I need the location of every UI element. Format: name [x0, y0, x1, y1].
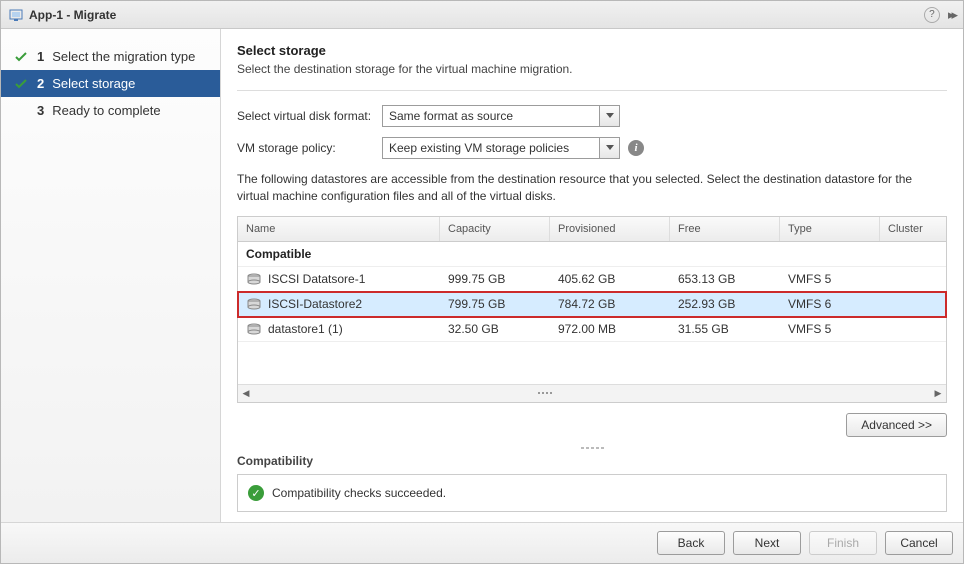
migrate-wizard-window: App-1 - Migrate ? ▸▸ 1 Select the migrat… [0, 0, 964, 564]
table-row[interactable]: ISCSI Datatsore-1 999.75 GB 405.62 GB 65… [238, 267, 946, 292]
disk-format-select[interactable]: Same format as source [382, 105, 620, 127]
divider [237, 90, 947, 91]
step-ready-complete[interactable]: 3 Ready to complete [1, 97, 220, 124]
empty-rows [238, 342, 946, 384]
step-select-storage[interactable]: 2 Select storage [1, 70, 220, 97]
check-icon [15, 51, 29, 63]
help-icon[interactable]: ? [924, 7, 940, 23]
scroll-right-icon[interactable]: ▶ [930, 385, 946, 401]
finish-button: Finish [809, 531, 877, 555]
policy-select[interactable]: Keep existing VM storage policies [382, 137, 620, 159]
col-free[interactable]: Free [670, 217, 780, 241]
window-title: App-1 - Migrate [29, 8, 116, 22]
cancel-button[interactable]: Cancel [885, 531, 953, 555]
datastore-table: Name Capacity Provisioned Free Type Clus… [237, 216, 947, 403]
splitter[interactable] [237, 447, 947, 450]
next-button[interactable]: Next [733, 531, 801, 555]
horizontal-scrollbar[interactable]: ◀ ▶ [238, 384, 946, 402]
page-subtitle: Select the destination storage for the v… [237, 62, 947, 76]
group-compatible: Compatible [238, 242, 946, 267]
table-row[interactable]: datastore1 (1) 32.50 GB 972.00 MB 31.55 … [238, 317, 946, 342]
vm-icon [9, 8, 23, 22]
back-button[interactable]: Back [657, 531, 725, 555]
dropdown-toggle[interactable] [600, 137, 620, 159]
table-row[interactable]: ISCSI-Datastore2 799.75 GB 784.72 GB 252… [238, 292, 946, 317]
policy-label: VM storage policy: [237, 141, 382, 155]
expand-icon[interactable]: ▸▸ [948, 7, 955, 23]
disk-format-label: Select virtual disk format: [237, 109, 382, 123]
compat-title: Compatibility [237, 454, 947, 468]
table-header: Name Capacity Provisioned Free Type Clus… [238, 217, 946, 242]
wizard-sidebar: 1 Select the migration type 2 Select sto… [1, 29, 221, 522]
datastore-icon [246, 298, 262, 310]
scroll-left-icon[interactable]: ◀ [238, 385, 254, 401]
compat-message: Compatibility checks succeeded. [272, 486, 446, 500]
datastore-icon [246, 323, 262, 335]
info-icon[interactable]: i [628, 140, 644, 156]
datastore-description: The following datastores are accessible … [237, 171, 947, 206]
page-title: Select storage [237, 43, 947, 58]
col-name[interactable]: Name [238, 217, 440, 241]
dropdown-toggle[interactable] [600, 105, 620, 127]
col-cluster[interactable]: Cluster [880, 217, 946, 241]
step-migration-type[interactable]: 1 Select the migration type [1, 43, 220, 70]
titlebar: App-1 - Migrate ? ▸▸ [1, 1, 963, 29]
success-icon: ✓ [248, 485, 264, 501]
wizard-footer: Back Next Finish Cancel [1, 522, 963, 563]
col-capacity[interactable]: Capacity [440, 217, 550, 241]
advanced-button[interactable]: Advanced >> [846, 413, 947, 437]
datastore-icon [246, 273, 262, 285]
wizard-main: Select storage Select the destination st… [221, 29, 963, 522]
col-type[interactable]: Type [780, 217, 880, 241]
compat-box: ✓ Compatibility checks succeeded. [237, 474, 947, 512]
col-provisioned[interactable]: Provisioned [550, 217, 670, 241]
check-icon [15, 78, 29, 90]
